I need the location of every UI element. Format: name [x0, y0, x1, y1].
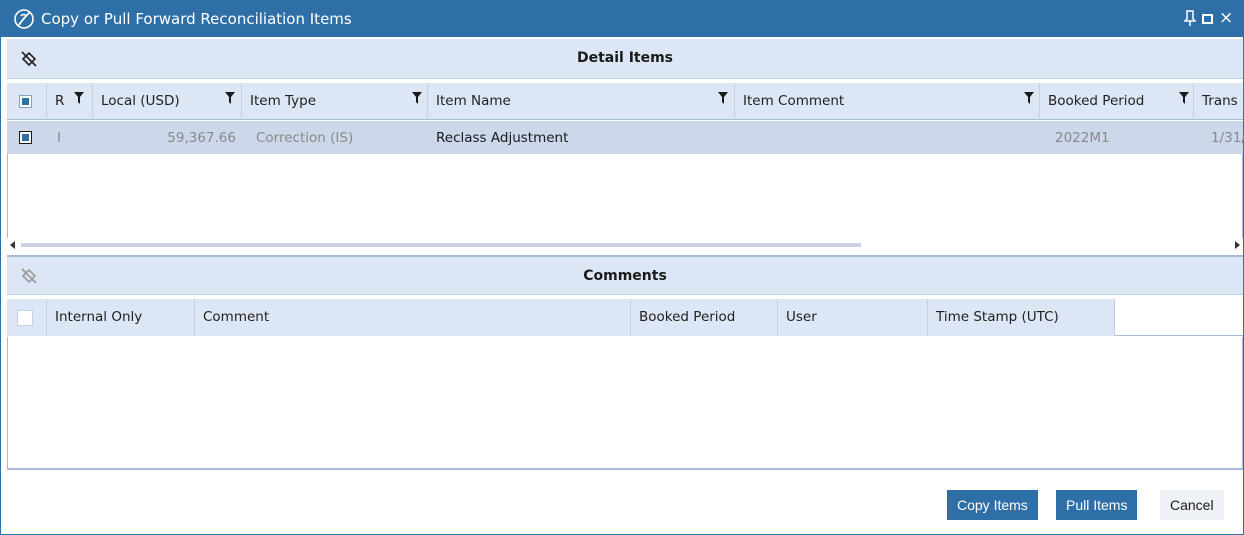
scrollbar-thumb[interactable] [21, 243, 861, 247]
column-item-type[interactable]: Item Type [242, 83, 428, 120]
close-icon[interactable]: × [1219, 8, 1233, 28]
pull-items-button[interactable]: Pull Items [1056, 490, 1138, 520]
row-local-value: 59,367.66 [167, 130, 236, 146]
horizontal-scrollbar[interactable] [7, 238, 1243, 252]
detail-items-title: Detail Items [576, 50, 674, 66]
row-r-value: I [57, 130, 61, 146]
column-comment[interactable]: Comment [195, 299, 631, 336]
column-user[interactable]: User [778, 299, 928, 336]
row-item-name: Reclass Adjustment [436, 130, 569, 146]
column-internal-only[interactable]: Internal Only [47, 299, 195, 336]
onestream-logo-icon [14, 9, 34, 29]
title-bar[interactable]: Copy or Pull Forward Reconciliation Item… [1, 1, 1243, 37]
row-item-type: Correction (IS) [256, 130, 354, 146]
scroll-left-icon[interactable] [10, 241, 15, 249]
comments-grid-header: Internal Only Comment Booked Period User… [7, 299, 1243, 336]
dialog-title: Copy or Pull Forward Reconciliation Item… [41, 10, 352, 28]
column-timestamp[interactable]: Time Stamp (UTC) [928, 299, 1115, 336]
column-booked-period[interactable]: Booked Period [1040, 83, 1194, 120]
filter-icon[interactable] [74, 91, 84, 105]
select-all-column [7, 83, 47, 120]
comments-grid-body [7, 337, 1243, 470]
filter-icon[interactable] [1179, 91, 1189, 105]
filter-icon[interactable] [718, 91, 728, 105]
copy-pull-dialog: Copy or Pull Forward Reconciliation Item… [0, 0, 1244, 535]
comments-select-column [7, 299, 47, 336]
maximize-icon[interactable] [1202, 14, 1213, 24]
row-booked-period: 2022M1 [1055, 130, 1110, 146]
column-local-usd[interactable]: Local (USD) [93, 83, 242, 120]
scroll-right-icon[interactable] [1235, 241, 1240, 249]
detail-items-header: Detail Items [7, 39, 1243, 79]
column-r[interactable]: R [47, 83, 93, 120]
copy-items-button[interactable]: Copy Items [947, 490, 1038, 520]
comments-header: Comments [7, 255, 1243, 295]
column-comments-booked-period[interactable]: Booked Period [631, 299, 778, 336]
column-item-name[interactable]: Item Name [428, 83, 735, 120]
select-all-checkbox[interactable] [19, 95, 32, 108]
row-trans: 1/31/ [1211, 130, 1244, 146]
pin-icon[interactable] [1184, 10, 1196, 27]
filter-icon[interactable] [1024, 91, 1034, 105]
filter-icon[interactable] [225, 91, 235, 105]
filter-icon[interactable] [412, 91, 422, 105]
table-row[interactable]: I 59,367.66 Correction (IS) Reclass Adju… [7, 121, 1244, 154]
cancel-button[interactable]: Cancel [1160, 490, 1224, 520]
detail-grid-header: R Local (USD) Item Type Item Name Item C… [7, 83, 1243, 120]
row-checkbox[interactable] [19, 131, 32, 144]
comments-title: Comments [583, 268, 667, 284]
comments-select-all-checkbox[interactable] [17, 310, 33, 326]
column-item-comment[interactable]: Item Comment [735, 83, 1040, 120]
column-trans[interactable]: Trans [1194, 83, 1243, 120]
